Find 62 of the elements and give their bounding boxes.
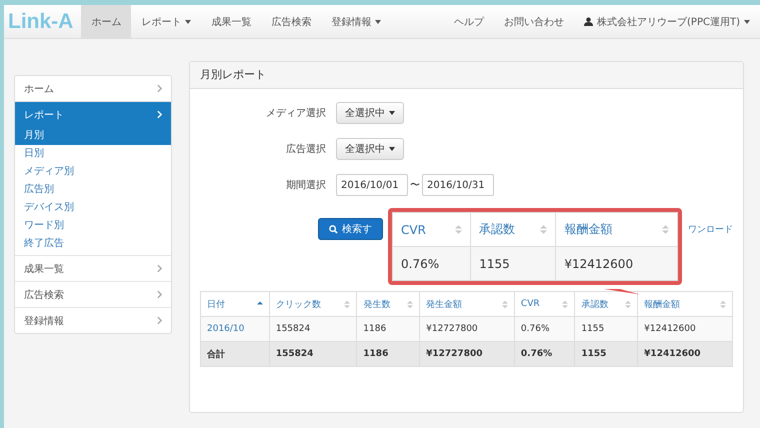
download-link[interactable]: ワンロード — [688, 222, 733, 236]
column-header: 承認数 — [470, 212, 556, 246]
chevron-icon — [157, 290, 162, 299]
sidebar-subitem[interactable]: 終了広告 — [15, 235, 171, 253]
date-field[interactable]: 2016/10/01 — [336, 174, 408, 196]
column-header[interactable]: 承認数 — [574, 292, 638, 316]
chevron-icon — [157, 264, 162, 273]
chevron-icon — [157, 316, 162, 325]
sort-icon — [540, 224, 548, 235]
chevron-icon — [157, 110, 162, 119]
table-cell: ¥12412600 — [638, 342, 732, 366]
table-cell: 1155 — [470, 246, 556, 280]
table-cell: 合計 — [200, 342, 270, 366]
chevron-icon — [157, 84, 162, 93]
sidebar-item[interactable]: 広告検索 — [15, 281, 171, 307]
search-icon — [329, 224, 338, 234]
sidebar-subitem[interactable]: 広告別 — [15, 181, 171, 199]
sidebar-item[interactable]: 成果一覧 — [15, 255, 171, 281]
caret-icon — [389, 147, 395, 151]
user-menu[interactable]: 株式会社アリウーブ(PPC運用T) — [574, 5, 760, 38]
table-cell: 1186 — [356, 342, 420, 366]
column-header[interactable]: 日付 — [200, 292, 270, 316]
column-header[interactable]: 発生金額 — [420, 292, 514, 316]
nav-item[interactable]: レポート — [131, 5, 202, 38]
column-header: 報酬金額 — [556, 212, 678, 246]
field-label: 広告選択 — [285, 142, 327, 156]
table-cell: 155824 — [269, 342, 357, 366]
column-header[interactable]: 発生数 — [356, 292, 420, 316]
sidebar-subitem[interactable]: 月別 — [15, 127, 171, 145]
column-header[interactable]: CVR — [514, 292, 575, 316]
search-button[interactable]: 検索す — [318, 218, 383, 240]
nav-item[interactable]: 広告検索 — [261, 5, 322, 38]
sidebar-subitem[interactable]: デバイス別 — [15, 199, 171, 217]
select-dropdown[interactable]: 全選択中 — [336, 102, 404, 124]
sort-icon — [455, 224, 462, 235]
nav-item[interactable]: 成果一覧 — [201, 5, 262, 38]
column-header: CVR — [392, 212, 471, 246]
sort-icon — [662, 224, 669, 235]
nav-item[interactable]: ヘルプ — [444, 5, 494, 38]
table-cell: 0.76% — [514, 342, 575, 366]
column-header[interactable]: クリック数 — [269, 292, 357, 316]
nav-item[interactable]: ホーム — [81, 5, 132, 38]
nav-item[interactable]: お問い合わせ — [494, 5, 574, 38]
select-dropdown[interactable]: 全選択中 — [336, 138, 404, 160]
table-cell: ¥12727800 — [420, 342, 514, 366]
sidebar-item[interactable]: ホーム — [15, 76, 171, 101]
column-header[interactable]: 報酬金額 — [638, 292, 732, 316]
sidebar-subitem[interactable]: メディア別 — [15, 163, 171, 181]
range-separator: 〜 — [410, 179, 420, 192]
nav-item[interactable]: 登録情報 — [321, 5, 392, 38]
field-label: メディア選択 — [265, 107, 327, 120]
panel-title: 月別レポート — [190, 62, 743, 89]
table-cell: 0.76% — [392, 246, 471, 280]
sidebar-subitem[interactable]: ワード別 — [15, 217, 171, 235]
date-field[interactable]: 2016/10/31 — [422, 174, 494, 196]
caret-icon — [389, 111, 395, 115]
table-cell: 1155 — [574, 342, 638, 366]
sidebar-item[interactable]: 登録情報 — [15, 307, 171, 333]
field-label: 期間選択 — [285, 178, 327, 192]
sidebar-item[interactable]: レポート — [15, 101, 171, 127]
table-cell: ¥12412600 — [556, 246, 678, 280]
sidebar-subitem[interactable]: 日別 — [15, 145, 171, 163]
